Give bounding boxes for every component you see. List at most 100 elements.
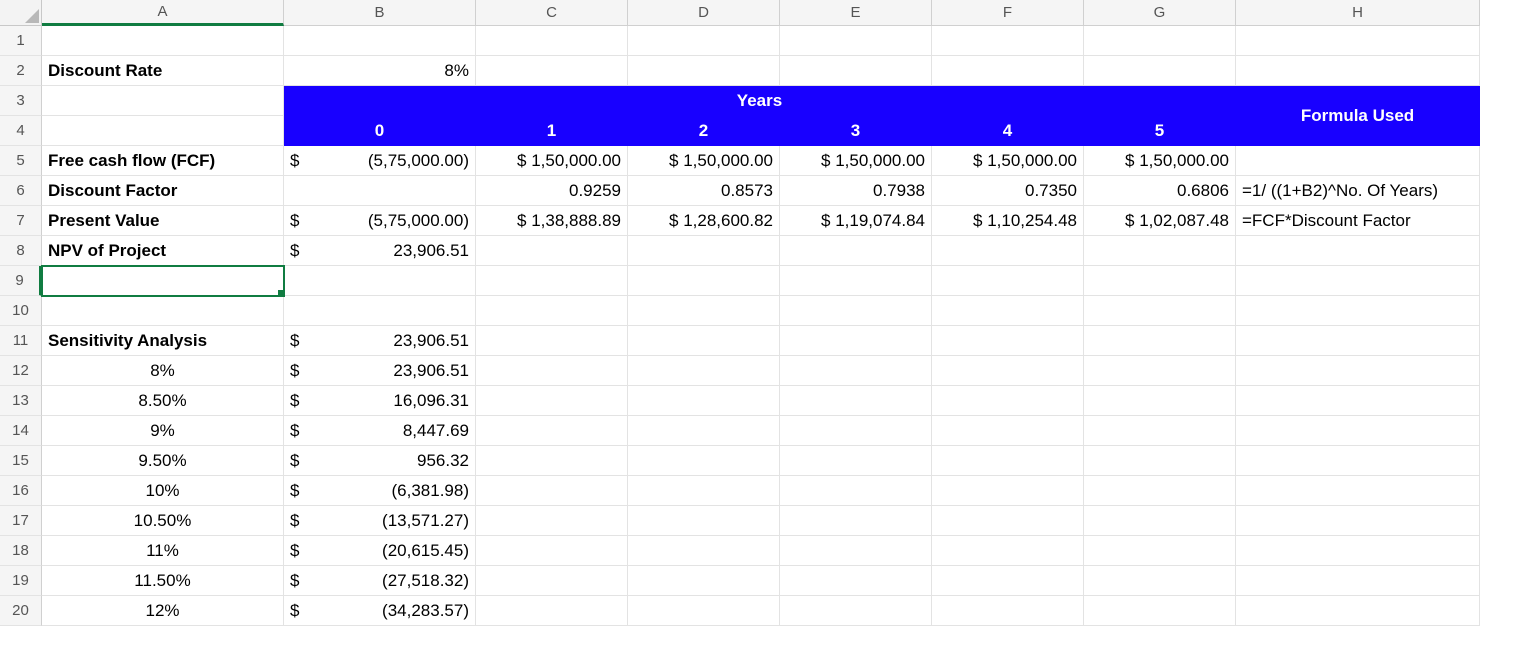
cell-B11[interactable]: $23,906.51 (284, 326, 476, 356)
cell-F8[interactable] (932, 236, 1084, 266)
cell-F16[interactable] (932, 476, 1084, 506)
cell-G8[interactable] (1084, 236, 1236, 266)
cell-E16[interactable] (780, 476, 932, 506)
cell-B14[interactable]: $8,447.69 (284, 416, 476, 446)
cell-C20[interactable] (476, 596, 628, 626)
cell-F10[interactable] (932, 296, 1084, 326)
cell-A19[interactable]: 11.50% (42, 566, 284, 596)
row-header-17[interactable]: 17 (0, 506, 42, 536)
cell-A9-selected[interactable] (42, 266, 284, 296)
cell-G7[interactable]: $ 1,02,087.48 (1084, 206, 1236, 236)
cell-G17[interactable] (1084, 506, 1236, 536)
cell-H19[interactable] (1236, 566, 1480, 596)
year-header-1[interactable]: 1 (476, 116, 628, 146)
cell-F2[interactable] (932, 56, 1084, 86)
cell-D5[interactable]: $ 1,50,000.00 (628, 146, 780, 176)
cell-F12[interactable] (932, 356, 1084, 386)
row-header-10[interactable]: 10 (0, 296, 42, 326)
cell-B18[interactable]: $(20,615.45) (284, 536, 476, 566)
cell-H10[interactable] (1236, 296, 1480, 326)
cell-A8[interactable]: NPV of Project (42, 236, 284, 266)
cell-E19[interactable] (780, 566, 932, 596)
year-header-5[interactable]: 5 (1084, 116, 1236, 146)
year-header-4[interactable]: 4 (932, 116, 1084, 146)
row-header-18[interactable]: 18 (0, 536, 42, 566)
cell-E7[interactable]: $ 1,19,074.84 (780, 206, 932, 236)
cell-A7[interactable]: Present Value (42, 206, 284, 236)
cell-F17[interactable] (932, 506, 1084, 536)
row-header-15[interactable]: 15 (0, 446, 42, 476)
cell-A4[interactable] (42, 116, 284, 146)
cell-H7[interactable]: =FCF*Discount Factor (1236, 206, 1480, 236)
cell-D6[interactable]: 0.8573 (628, 176, 780, 206)
row-header-14[interactable]: 14 (0, 416, 42, 446)
cell-B8[interactable]: $23,906.51 (284, 236, 476, 266)
cell-A20[interactable]: 12% (42, 596, 284, 626)
cell-A11[interactable]: Sensitivity Analysis (42, 326, 284, 356)
cell-C14[interactable] (476, 416, 628, 446)
col-header-D[interactable]: D (628, 0, 780, 26)
cell-C11[interactable] (476, 326, 628, 356)
col-header-H[interactable]: H (1236, 0, 1480, 26)
cell-D8[interactable] (628, 236, 780, 266)
cell-F9[interactable] (932, 266, 1084, 296)
cell-G20[interactable] (1084, 596, 1236, 626)
cell-A15[interactable]: 9.50% (42, 446, 284, 476)
cell-H16[interactable] (1236, 476, 1480, 506)
cell-F1[interactable] (932, 26, 1084, 56)
year-header-0[interactable]: 0 (284, 116, 476, 146)
cell-C9[interactable] (476, 266, 628, 296)
cell-H2[interactable] (1236, 56, 1480, 86)
cell-H13[interactable] (1236, 386, 1480, 416)
col-header-A[interactable]: A (42, 0, 284, 26)
row-header-6[interactable]: 6 (0, 176, 42, 206)
cell-A17[interactable]: 10.50% (42, 506, 284, 536)
cell-G2[interactable] (1084, 56, 1236, 86)
cell-D17[interactable] (628, 506, 780, 536)
cell-G13[interactable] (1084, 386, 1236, 416)
cell-G12[interactable] (1084, 356, 1236, 386)
select-all-corner[interactable] (0, 0, 42, 26)
cell-H12[interactable] (1236, 356, 1480, 386)
row-header-9[interactable]: 9 (0, 266, 42, 296)
cell-D7[interactable]: $ 1,28,600.82 (628, 206, 780, 236)
cell-C16[interactable] (476, 476, 628, 506)
cell-B1[interactable] (284, 26, 476, 56)
cell-A14[interactable]: 9% (42, 416, 284, 446)
cell-B6[interactable] (284, 176, 476, 206)
cell-B2[interactable]: 8% (284, 56, 476, 86)
cell-H11[interactable] (1236, 326, 1480, 356)
cell-D11[interactable] (628, 326, 780, 356)
cell-F11[interactable] (932, 326, 1084, 356)
cell-E8[interactable] (780, 236, 932, 266)
cell-E12[interactable] (780, 356, 932, 386)
cell-D18[interactable] (628, 536, 780, 566)
cell-E20[interactable] (780, 596, 932, 626)
cell-C13[interactable] (476, 386, 628, 416)
row-header-16[interactable]: 16 (0, 476, 42, 506)
cell-B16[interactable]: $(6,381.98) (284, 476, 476, 506)
cell-B15[interactable]: $956.32 (284, 446, 476, 476)
cell-F6[interactable]: 0.7350 (932, 176, 1084, 206)
cell-D14[interactable] (628, 416, 780, 446)
row-header-4[interactable]: 4 (0, 116, 42, 146)
years-header[interactable]: Years (284, 86, 1236, 116)
cell-C17[interactable] (476, 506, 628, 536)
cell-G18[interactable] (1084, 536, 1236, 566)
cell-D2[interactable] (628, 56, 780, 86)
cell-H8[interactable] (1236, 236, 1480, 266)
cell-H1[interactable] (1236, 26, 1480, 56)
cell-C1[interactable] (476, 26, 628, 56)
cell-H9[interactable] (1236, 266, 1480, 296)
cell-B9[interactable] (284, 266, 476, 296)
cell-G9[interactable] (1084, 266, 1236, 296)
cell-A1[interactable] (42, 26, 284, 56)
spreadsheet-grid[interactable]: A B C D E F G H 1 2 Discount Rate 8% 3 Y… (0, 0, 1514, 626)
cell-C12[interactable] (476, 356, 628, 386)
cell-A16[interactable]: 10% (42, 476, 284, 506)
cell-B17[interactable]: $(13,571.27) (284, 506, 476, 536)
cell-C18[interactable] (476, 536, 628, 566)
col-header-F[interactable]: F (932, 0, 1084, 26)
cell-B5[interactable]: $(5,75,000.00) (284, 146, 476, 176)
cell-F15[interactable] (932, 446, 1084, 476)
